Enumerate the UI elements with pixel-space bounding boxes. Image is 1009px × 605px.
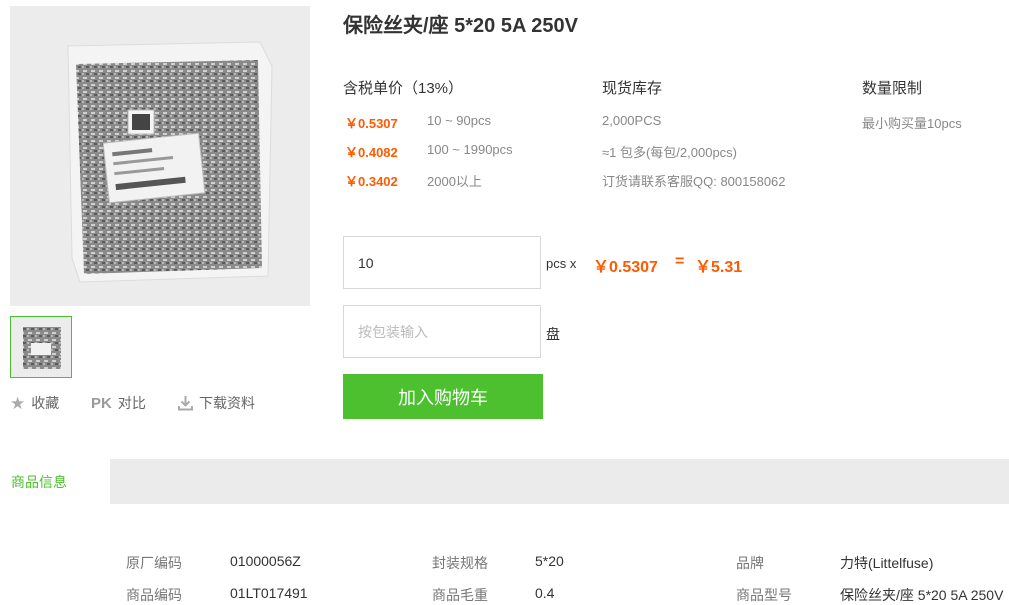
spec-label: 原厂编码 xyxy=(126,555,182,571)
product-title: 保险丝夹/座 5*20 5A 250V xyxy=(343,15,578,37)
quantity-input[interactable] xyxy=(344,237,540,288)
download-label: 下载资料 xyxy=(199,395,255,411)
tier-range: 100 ~ 1990pcs xyxy=(427,142,513,157)
add-to-cart-button[interactable]: 加入购物车 xyxy=(343,374,543,419)
spec-value: 01LT017491 xyxy=(230,585,308,601)
equals-sign: = xyxy=(675,253,685,270)
price-header: 含税单价（13%） xyxy=(343,80,464,97)
product-thumbnail[interactable] xyxy=(10,316,72,378)
stock-package: ≈1 包多(每包/2,000pcs) xyxy=(602,145,738,160)
total-price: ￥5.31 xyxy=(695,259,743,276)
spec-value: 01000056Z xyxy=(230,553,301,569)
spec-label: 封装规格 xyxy=(432,555,488,571)
spec-value: 力特(Littelfuse) xyxy=(840,555,934,571)
tier-price: ￥0.4082 xyxy=(345,145,398,160)
favorite-label: 收藏 xyxy=(31,395,60,411)
spec-value: 0.4 xyxy=(535,585,555,601)
spec-label: 商品型号 xyxy=(736,587,792,603)
stock-contact: 订货请联系客服QQ: 800158062 xyxy=(602,174,786,189)
spec-label: 品牌 xyxy=(736,555,764,571)
min-order: 最小购买量10pcs xyxy=(862,116,962,131)
spec-label: 商品毛重 xyxy=(432,587,488,603)
star-icon: ★ xyxy=(10,393,26,413)
product-photo xyxy=(10,6,310,306)
tab-bar xyxy=(0,459,1009,504)
tier-price: ￥0.3402 xyxy=(345,174,398,189)
pk-badge: PK xyxy=(91,394,112,412)
pack-input[interactable] xyxy=(344,306,540,357)
spec-value: 5*20 xyxy=(535,553,564,569)
compare-label: 对比 xyxy=(117,395,146,411)
download-action[interactable]: 下载资料 xyxy=(178,393,255,413)
thumbnail-photo xyxy=(11,317,71,377)
favorite-action[interactable]: ★ 收藏 xyxy=(10,393,59,413)
stock-header: 现货库存 xyxy=(602,80,663,97)
tier-price: ￥0.5307 xyxy=(345,116,398,131)
limit-header: 数量限制 xyxy=(862,80,923,97)
download-icon xyxy=(178,396,193,411)
product-image[interactable] xyxy=(10,6,310,306)
pack-unit: 盘 xyxy=(546,326,560,342)
tier-range: 2000以上 xyxy=(427,174,482,189)
quantity-input-wrapper xyxy=(343,236,541,289)
stock-quantity: 2,000PCS xyxy=(602,113,662,128)
tab-product-info[interactable]: 商品信息 xyxy=(0,459,110,505)
unit-price: ￥0.5307 xyxy=(593,259,658,276)
spec-value: 保险丝夹/座 5*20 5A 250V xyxy=(840,587,1004,603)
unit-multiply: pcs x xyxy=(546,256,577,271)
compare-action[interactable]: PK 对比 xyxy=(91,393,146,413)
spec-label: 商品编码 xyxy=(126,587,182,603)
tier-range: 10 ~ 90pcs xyxy=(427,113,491,128)
pack-input-wrapper xyxy=(343,305,541,358)
